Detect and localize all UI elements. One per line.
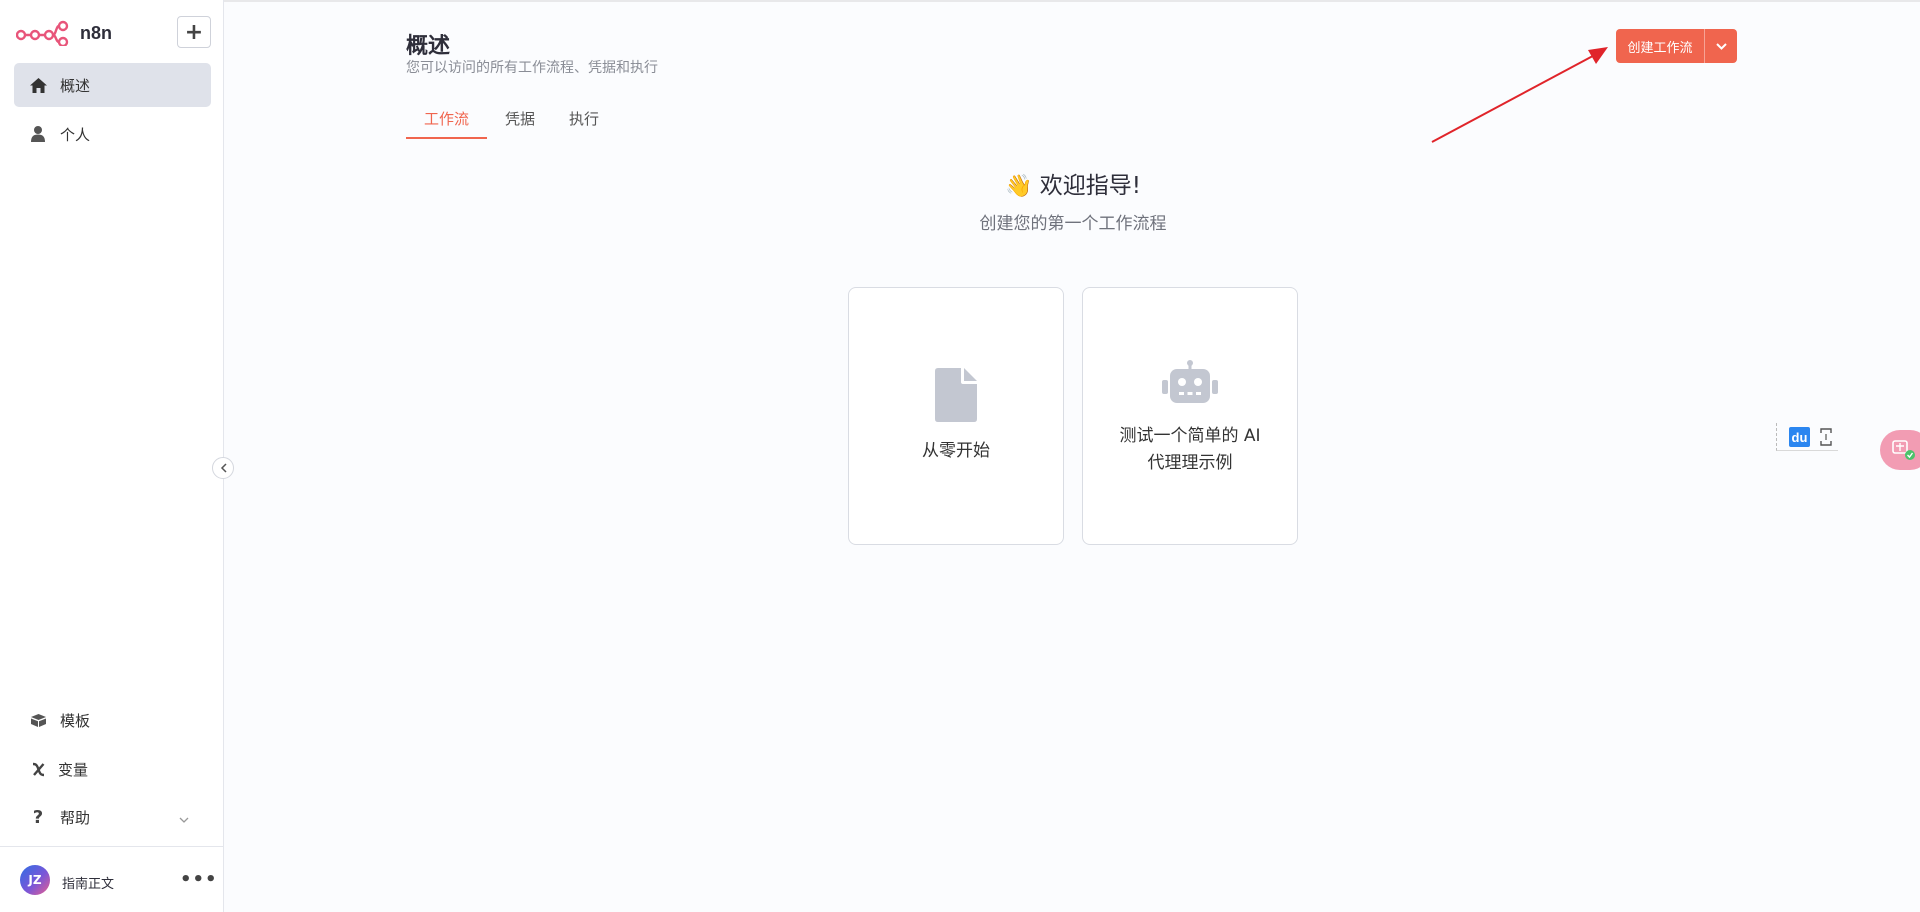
sidebar-item-overview[interactable]: 概述 xyxy=(14,63,211,107)
start-from-scratch-card[interactable]: 从零开始 xyxy=(848,287,1064,545)
n8n-logo-icon xyxy=(16,20,69,46)
file-icon xyxy=(849,368,1063,422)
sidebar-item-label: 变量 xyxy=(58,760,89,779)
ai-agent-example-card[interactable]: 测试一个简单的 AI 代理理示例 xyxy=(1082,287,1298,545)
page-title: 概述 xyxy=(406,34,451,59)
user-bar: JZ 指南正文 ••• xyxy=(0,846,224,912)
card-label: 从零开始 xyxy=(922,441,990,461)
top-border xyxy=(0,0,1920,2)
waving-hand-icon: 👋 xyxy=(1005,174,1033,199)
sidebar-item-label: 概述 xyxy=(60,76,91,95)
page-subtitle: 您可以访问的所有工作流程、凭据和执行 xyxy=(406,60,658,76)
add-button[interactable]: + xyxy=(177,16,211,48)
sidebar-item-variables[interactable]: 变量 xyxy=(14,747,211,791)
sidebar-item-help[interactable]: ? 帮助 xyxy=(14,795,211,839)
sidebar-item-personal[interactable]: 个人 xyxy=(14,112,211,156)
tab-executions[interactable]: 执行 xyxy=(553,104,617,139)
tab-credentials[interactable]: 凭据 xyxy=(487,104,553,139)
sidebar-item-label: 帮助 xyxy=(60,808,91,827)
expand-icon[interactable] xyxy=(1820,428,1832,450)
sidebar: n8n + 概述 个人 模板 变量 ? 帮助 JZ 指南正文 ••• xyxy=(0,0,224,912)
user-icon xyxy=(28,126,48,142)
card-label: 测试一个简单的 AI 代理理示例 xyxy=(1119,426,1261,473)
translate-icon xyxy=(1892,440,1915,460)
box-icon xyxy=(28,713,48,727)
user-name: 指南正文 xyxy=(62,877,115,892)
du-logo[interactable]: du xyxy=(1789,427,1810,447)
more-options-button[interactable]: ••• xyxy=(180,869,218,890)
create-workflow-button[interactable]: 创建工作流 xyxy=(1616,29,1704,63)
chevron-left-icon xyxy=(220,463,227,473)
tab-workflows[interactable]: 工作流 xyxy=(406,104,488,139)
sidebar-item-templates[interactable]: 模板 xyxy=(14,698,211,742)
variable-icon xyxy=(28,762,48,777)
welcome-subtitle: 创建您的第一个工作流程 xyxy=(979,214,1167,234)
sidebar-item-label: 模板 xyxy=(60,711,91,730)
annotation-arrow-icon xyxy=(1431,47,1608,143)
app-logo[interactable]: n8n xyxy=(16,20,112,46)
robot-icon xyxy=(1083,360,1297,404)
collapse-sidebar-button[interactable] xyxy=(212,457,234,479)
avatar[interactable]: JZ xyxy=(20,865,50,895)
create-workflow-dropdown[interactable] xyxy=(1704,29,1737,63)
question-icon: ? xyxy=(32,806,44,828)
sidebar-item-label: 个人 xyxy=(60,125,91,144)
du-widget: du xyxy=(1776,423,1838,451)
chevron-down-icon[interactable] xyxy=(179,809,189,827)
chevron-down-icon xyxy=(1715,42,1727,50)
tabs: 工作流 凭据 执行 xyxy=(406,104,617,139)
welcome-heading: 👋 欢迎指导! xyxy=(0,166,1920,200)
home-icon xyxy=(28,77,48,93)
app-name: n8n xyxy=(80,22,113,43)
welcome-title: 欢迎指导! xyxy=(1039,173,1141,199)
create-workflow-button-group: 创建工作流 xyxy=(1616,29,1737,63)
translate-badge[interactable] xyxy=(1880,430,1920,470)
